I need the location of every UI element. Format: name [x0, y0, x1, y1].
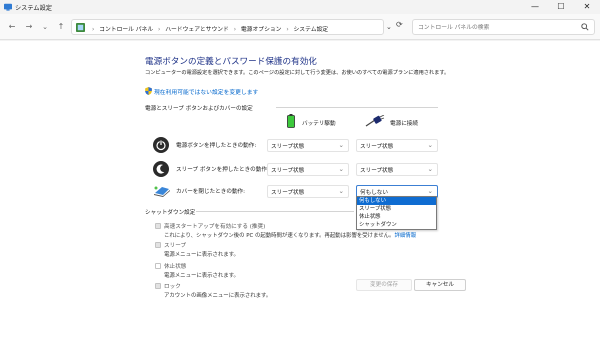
breadcrumb-separator: ›: [286, 27, 289, 33]
breadcrumb-hardware-sound[interactable]: ハードウェアとサウンド: [165, 27, 229, 33]
lock-label: ロック: [164, 284, 181, 290]
close-button[interactable]: ✕: [574, 0, 600, 14]
fast-startup-description: これにより、シャットダウン後の PC の起動時間が速くなります。再起動は影響を受…: [164, 233, 417, 239]
power-button-battery-select[interactable]: スリープ状態 ⌄: [267, 139, 349, 152]
breadcrumb-separator: ›: [158, 27, 161, 33]
minimize-button[interactable]: —: [522, 0, 548, 14]
breadcrumb-system-settings[interactable]: システム設定: [293, 27, 328, 33]
breadcrumb: › コントロール パネル › ハードウェアとサウンド › 電源オプション › シ…: [89, 24, 328, 33]
column-header-plugged-in: 電源に接続: [390, 121, 418, 127]
lock-checkbox[interactable]: [155, 283, 161, 289]
fast-startup-checkbox[interactable]: [155, 223, 161, 229]
chevron-down-icon: ⌄: [338, 141, 344, 149]
more-info-link[interactable]: 詳細情報: [394, 233, 416, 239]
chevron-down-icon: ⌄: [427, 141, 433, 149]
sleep-description: 電源メニューに表示されます。: [164, 252, 239, 258]
select-value: スリープ状態: [271, 168, 305, 174]
lid-action-dropdown-list[interactable]: 何もしない スリープ状態 休止状態 シャットダウン: [356, 196, 437, 230]
chevron-down-icon: ⌄: [338, 165, 344, 173]
back-arrow-icon[interactable]: ←: [5, 20, 19, 34]
power-button-icon: [153, 137, 169, 153]
select-value: スリープ状態: [360, 168, 394, 174]
recent-locations-icon[interactable]: ⌄: [38, 20, 52, 34]
up-arrow-icon[interactable]: ↑: [54, 20, 68, 34]
search-icon[interactable]: [581, 23, 589, 31]
select-value: 何もしない: [360, 190, 388, 196]
control-panel-icon: [76, 23, 85, 32]
select-value: スリープ状態: [271, 144, 305, 150]
navigation-bar: ← → ⌄ ↑ › コントロール パネル › ハードウェアとサウンド › 電源オ…: [0, 14, 600, 40]
select-value: スリープ状態: [360, 144, 394, 150]
chevron-down-icon: ⌄: [338, 187, 344, 195]
dropdown-option[interactable]: 休止状態: [357, 213, 436, 221]
dropdown-option[interactable]: 何もしない: [357, 197, 436, 205]
laptop-lid-icon: [153, 184, 170, 200]
sleep-button-battery-select[interactable]: スリープ状態 ⌄: [267, 163, 349, 176]
uac-shield-icon: [145, 87, 152, 95]
chevron-down-icon: ⌄: [427, 165, 433, 173]
control-panel-icon: [4, 3, 12, 11]
sleep-button-plugged-select[interactable]: スリープ状態 ⌄: [356, 163, 438, 176]
lid-close-battery-select[interactable]: スリープ状態 ⌄: [267, 185, 349, 198]
forward-arrow-icon[interactable]: →: [22, 20, 36, 34]
refresh-icon[interactable]: ⟳: [396, 20, 403, 29]
hibernate-checkbox[interactable]: [155, 263, 161, 269]
sleep-button-icon: [153, 161, 169, 177]
title-bar: システム設定 — ☐ ✕: [0, 0, 600, 14]
sleep-button-label: スリープ ボタンを押したときの動作:: [176, 167, 269, 173]
lid-close-label: カバーを閉じたときの動作:: [176, 189, 246, 195]
power-button-plugged-select[interactable]: スリープ状態 ⌄: [356, 139, 438, 152]
chevron-down-icon: ⌄: [427, 187, 433, 195]
save-changes-button[interactable]: 変更の保存: [356, 279, 412, 291]
dropdown-option[interactable]: シャットダウン: [357, 221, 436, 229]
cancel-button[interactable]: キャンセル: [414, 279, 466, 291]
fast-startup-label: 高速スタートアップを有効にする (推奨): [164, 224, 266, 230]
page-description: コンピューターの電源設定を選択できます。このページの設定に対して行う変更は、お使…: [145, 70, 450, 76]
dropdown-option[interactable]: スリープ状態: [357, 205, 436, 213]
breadcrumb-control-panel[interactable]: コントロール パネル: [99, 27, 153, 33]
shutdown-section-header: シャットダウン設定: [145, 210, 196, 216]
search-box[interactable]: [412, 19, 595, 35]
hibernate-label: 休止状態: [164, 264, 187, 270]
power-button-label: 電源ボタンを押したときの動作:: [176, 143, 257, 149]
hibernate-description: 電源メニューに表示されます。: [164, 273, 239, 279]
lock-description: アカウントの画像メニューに表示されます。: [164, 293, 272, 299]
maximize-button[interactable]: ☐: [548, 0, 574, 14]
power-plug-icon: [365, 115, 385, 127]
section-divider: [196, 211, 354, 212]
breadcrumb-separator: ›: [92, 27, 95, 33]
sleep-checkbox[interactable]: [155, 242, 161, 248]
page-title: 電源ボタンの定義とパスワード保護の有効化: [145, 57, 317, 67]
breadcrumb-separator: ›: [233, 27, 237, 33]
battery-icon: [287, 114, 295, 128]
power-section-header: 電源とスリープ ボタンおよびカバーの設定: [145, 106, 253, 112]
main-content: 電源ボタンの定義とパスワード保護の有効化 コンピューターの電源設定を選択できます…: [0, 41, 600, 338]
address-bar[interactable]: › コントロール パネル › ハードウェアとサウンド › 電源オプション › シ…: [71, 19, 384, 35]
address-dropdown-icon[interactable]: ⌄: [386, 23, 392, 31]
select-value: スリープ状態: [271, 190, 305, 196]
breadcrumb-power-options[interactable]: 電源オプション: [241, 27, 282, 33]
section-divider: [276, 107, 438, 108]
column-header-battery: バッテリ駆動: [302, 121, 336, 127]
change-unavailable-settings-link[interactable]: 現在利用可能ではない設定を変更します: [154, 87, 258, 96]
window-title: システム設定: [15, 5, 52, 12]
search-input[interactable]: [418, 22, 578, 33]
sleep-label: スリープ: [164, 243, 187, 249]
